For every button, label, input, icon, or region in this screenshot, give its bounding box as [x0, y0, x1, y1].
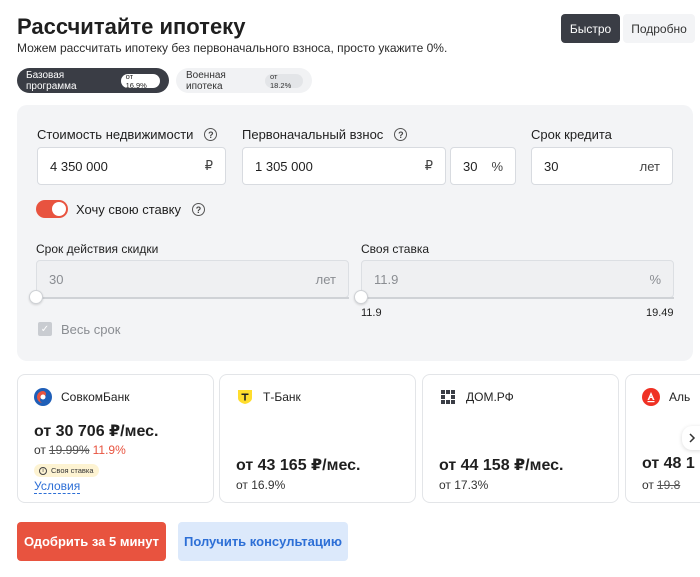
- domrf-logo-icon: [439, 388, 457, 406]
- rate-line: от 19.99% 11.9%: [34, 443, 126, 457]
- rate-line: от 17.3%: [439, 478, 489, 492]
- own-rate-min: 11.9: [361, 307, 382, 319]
- own-rate-slider-handle[interactable]: [354, 290, 368, 304]
- own-rate-max: 19.49: [646, 307, 674, 319]
- bank-header: Аль: [642, 388, 690, 406]
- years-suffix: лет: [639, 158, 660, 174]
- new-rate: 11.9%: [92, 443, 126, 457]
- tab-military-mortgage[interactable]: Военная ипотека от 18.2%: [176, 68, 312, 93]
- ruble-suffix: ₽: [424, 158, 433, 173]
- term-input[interactable]: 30 лет: [531, 147, 673, 185]
- down-payment-input[interactable]: 1 305 000 ₽: [242, 147, 446, 185]
- sovcombank-logo-icon: [34, 388, 52, 406]
- own-rate-badge: i Своя ставка: [34, 464, 99, 477]
- help-icon[interactable]: ?: [204, 128, 218, 141]
- mode-detailed-button[interactable]: Подробно: [623, 14, 695, 43]
- help-icon[interactable]: ?: [191, 203, 205, 216]
- old-rate: 19.8: [656, 478, 681, 492]
- rate-badge: от 16.9%: [120, 72, 160, 90]
- own-rate-slider-track: [361, 297, 674, 299]
- own-rate-toggle[interactable]: [36, 200, 68, 218]
- discount-term-input[interactable]: 30 лет: [36, 260, 349, 298]
- offer-card-domrf[interactable]: ДОМ.РФ от 44 158 ₽/мес. от 17.3%: [422, 374, 619, 503]
- discount-term-label: Срок действия скидки: [36, 242, 159, 256]
- rate-badge: от 18.2%: [264, 72, 303, 90]
- offer-card-sovcombank[interactable]: СовкомБанк от 30 706 ₽/мес. от 19.99% 11.9…: [17, 374, 214, 503]
- down-payment-percent-input[interactable]: 30 %: [450, 147, 516, 185]
- down-payment-label: Первоначальный взнос ?: [242, 127, 408, 142]
- check-icon: ✓: [40, 323, 50, 335]
- consultation-button[interactable]: Получить консультацию: [178, 522, 348, 561]
- own-rate-input[interactable]: 11.9 %: [361, 260, 674, 298]
- bank-header: СовкомБанк: [34, 388, 129, 406]
- whole-term-label: Весь срок: [61, 322, 121, 337]
- property-value-label: Стоимость недвижимости ?: [37, 127, 218, 142]
- rate-line: от 19.8: [642, 478, 681, 492]
- approve-button[interactable]: Одобрить за 5 минут: [17, 522, 166, 561]
- mode-switch: Быстро Подробно: [561, 14, 695, 43]
- program-tabs: Базовая программа от 16.9% Военная ипоте…: [17, 68, 312, 93]
- discount-term-slider-handle[interactable]: [29, 290, 43, 304]
- tab-label: Базовая программа: [26, 69, 77, 92]
- term-label: Срок кредита: [531, 127, 612, 142]
- percent-suffix: %: [491, 158, 503, 174]
- bank-name: Т-Банк: [263, 390, 301, 404]
- bank-name: ДОМ.РФ: [466, 390, 514, 404]
- tab-basic-program[interactable]: Базовая программа от 16.9%: [17, 68, 169, 93]
- chevron-right-icon[interactable]: [682, 426, 700, 450]
- page-title: Рассчитайте ипотеку: [17, 14, 246, 39]
- monthly-payment: от 48 1: [642, 455, 695, 472]
- whole-term-checkbox[interactable]: ✓: [38, 322, 52, 336]
- years-suffix: лет: [315, 271, 336, 287]
- own-rate-toggle-label: Хочу свою ставку ?: [76, 202, 205, 217]
- tab-label: Военная ипотека: [186, 69, 226, 92]
- own-rate-label: Своя ставка: [361, 242, 430, 256]
- discount-term-slider-track: [36, 297, 349, 299]
- old-rate: 19.99%: [48, 443, 90, 457]
- percent-suffix: %: [649, 271, 661, 287]
- bank-header: Т-Банк: [236, 388, 301, 406]
- monthly-payment: от 43 165 ₽/мес.: [236, 457, 361, 474]
- monthly-payment: от 44 158 ₽/мес.: [439, 457, 564, 474]
- bank-header: ДОМ.РФ: [439, 388, 514, 406]
- ruble-suffix: ₽: [204, 158, 213, 173]
- rate-line: от 16.9%: [236, 478, 286, 492]
- monthly-payment: от 30 706 ₽/мес.: [34, 423, 159, 440]
- page-subtitle: Можем рассчитать ипотеку без первоначаль…: [17, 41, 448, 55]
- bank-name: Аль: [669, 390, 691, 404]
- info-icon: i: [39, 466, 47, 475]
- offer-card-tbank[interactable]: Т-Банк от 43 165 ₽/мес. от 16.9%: [219, 374, 416, 503]
- bank-name: СовкомБанк: [61, 390, 130, 404]
- tbank-logo-icon: [236, 388, 254, 406]
- help-icon[interactable]: ?: [394, 128, 408, 141]
- mode-fast-button[interactable]: Быстро: [561, 14, 620, 43]
- property-value-input[interactable]: 4 350 000 ₽: [37, 147, 226, 185]
- alfabank-logo-icon: [642, 388, 660, 406]
- toggle-knob: [52, 202, 66, 216]
- conditions-link[interactable]: Условия: [34, 479, 81, 494]
